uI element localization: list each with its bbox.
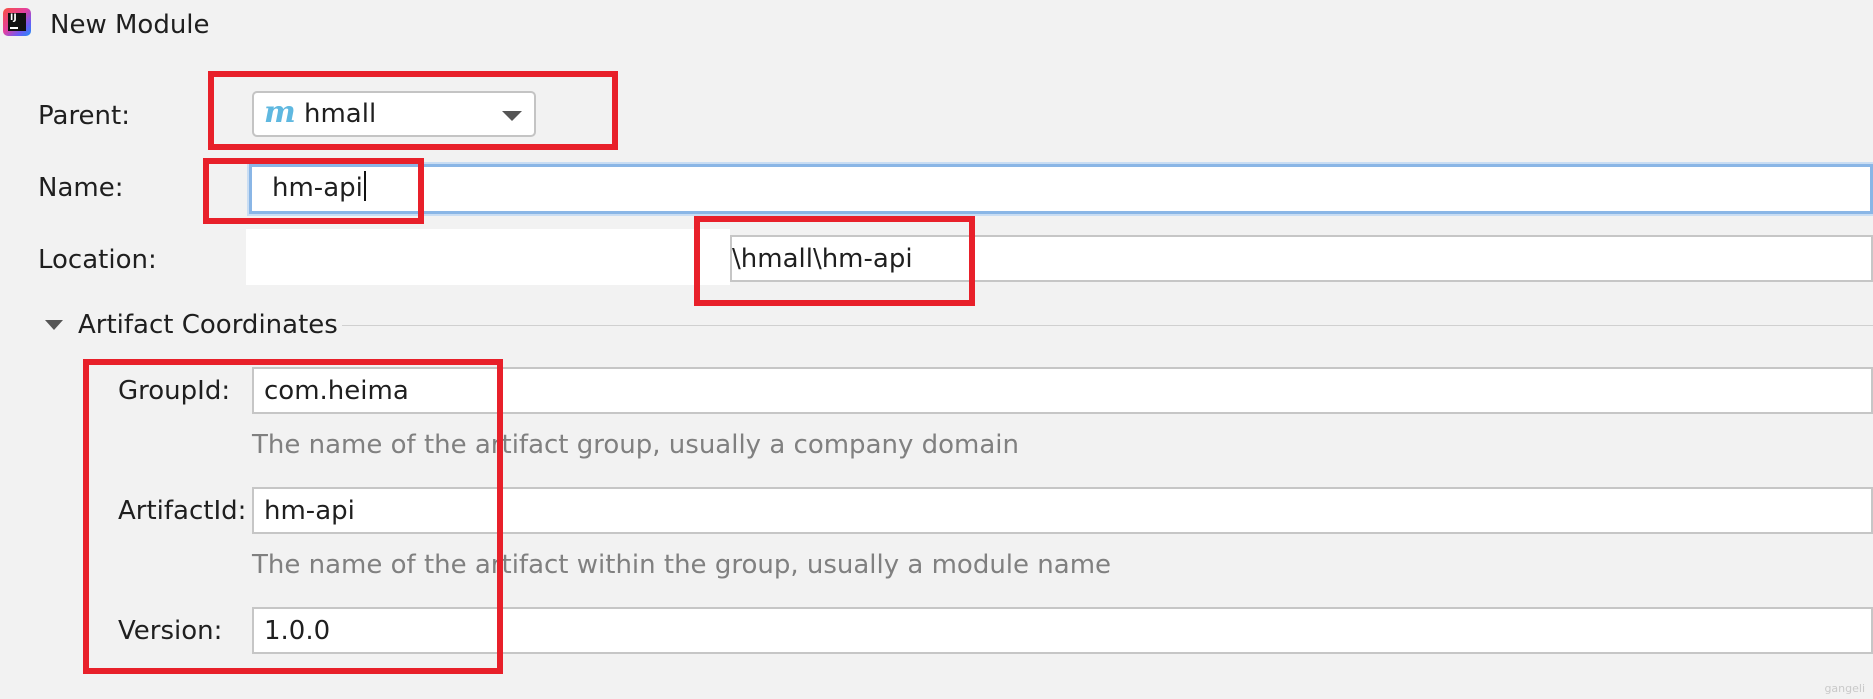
window-title: New Module [50, 10, 210, 40]
annotation-box-name [203, 158, 424, 224]
collapse-triangle-icon[interactable] [45, 320, 63, 330]
name-label: Name: [38, 173, 124, 203]
section-divider [342, 325, 1873, 326]
location-label: Location: [38, 245, 157, 275]
parent-label: Parent: [38, 101, 130, 131]
annotation-box-coordinates [83, 359, 503, 674]
location-path-blank [246, 229, 730, 285]
logo-text: IJ [8, 13, 26, 31]
name-field[interactable]: hm-api [249, 164, 1873, 214]
annotation-box-parent [208, 71, 618, 150]
artifact-coordinates-title[interactable]: Artifact Coordinates [78, 308, 338, 342]
watermark: gangeli [1824, 682, 1865, 695]
intellij-idea-icon: IJ [3, 8, 31, 36]
annotation-box-location [694, 216, 975, 306]
